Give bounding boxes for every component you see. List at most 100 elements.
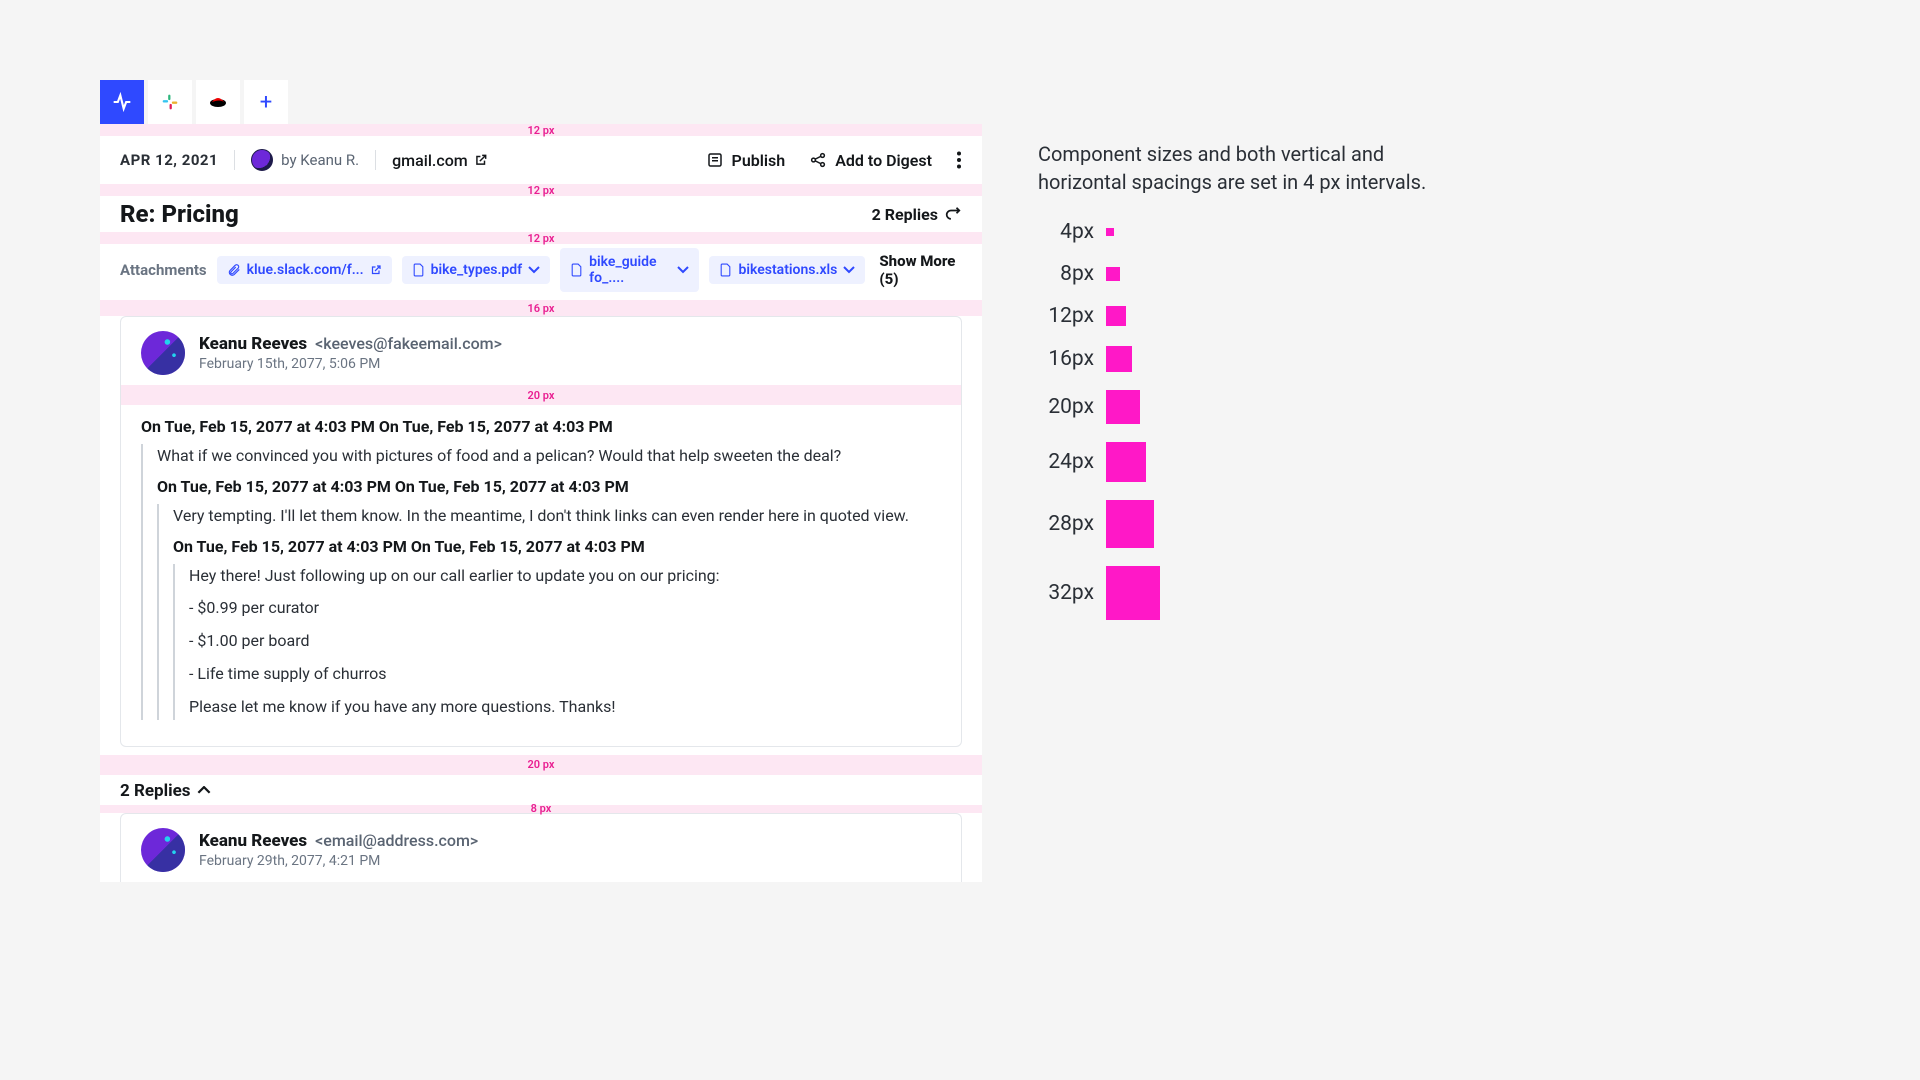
- scale-label: 24px: [1038, 450, 1094, 474]
- file-icon: [570, 263, 583, 277]
- quote-timestamp: On Tue, Feb 15, 2077 at 4:03 PM On Tue, …: [141, 417, 941, 436]
- spacing-annotation: 20 px: [100, 755, 982, 775]
- scale-label: 8px: [1038, 262, 1094, 286]
- message-body: On Tue, Feb 15, 2077 at 4:03 PM On Tue, …: [121, 405, 961, 746]
- scale-label: 4px: [1038, 220, 1094, 244]
- scale-label: 32px: [1038, 581, 1094, 605]
- spacing-annotation: 8 px: [100, 805, 982, 813]
- scale-row: 24px: [1038, 442, 1458, 482]
- external-link-icon: [370, 264, 382, 276]
- replies-toggle[interactable]: 2 Replies: [100, 775, 982, 801]
- body-text: Please let me know if you have any more …: [189, 695, 941, 720]
- message-card: Keanu Reeves <keeves@fakeemail.com> Febr…: [120, 316, 962, 747]
- attachments-row: Attachments klue.slack.com/f... bike_typ…: [100, 244, 982, 300]
- spacing-annotation: 12 px: [100, 232, 982, 244]
- scale-row: 20px: [1038, 390, 1458, 424]
- chip-label: bikestations.xls: [738, 262, 837, 278]
- scale-label: 12px: [1038, 304, 1094, 328]
- author-avatar: [251, 149, 273, 171]
- sender-avatar: [141, 828, 185, 872]
- sender-avatar: [141, 331, 185, 375]
- newspaper-icon: [706, 151, 724, 169]
- message-card: Keanu Reeves <email@address.com> Februar…: [120, 813, 962, 882]
- message-header: Keanu Reeves <email@address.com> Februar…: [121, 814, 961, 882]
- attachment-chip[interactable]: klue.slack.com/f...: [217, 256, 392, 284]
- scale-swatch: [1106, 390, 1140, 424]
- sender-email: <email@address.com>: [315, 831, 478, 850]
- activity-icon: [112, 92, 132, 112]
- message-header: Keanu Reeves <keeves@fakeemail.com> Febr…: [121, 317, 961, 385]
- attachment-chip[interactable]: bikestations.xls: [709, 256, 865, 284]
- thread-card: 12 px APR 12, 2021 by Keanu R. gmail.com…: [100, 124, 982, 882]
- body-text: - Life time supply of churros: [189, 662, 941, 687]
- reply-arrow-icon: [944, 207, 962, 221]
- spacing-annotation: 16 px: [100, 300, 982, 316]
- scale-swatch: [1106, 442, 1146, 482]
- spacing-scale-legend: Component sizes and both vertical and ho…: [1038, 140, 1458, 638]
- source-label: gmail.com: [392, 151, 468, 170]
- scale-swatch: [1106, 267, 1120, 281]
- app-tab-redhat[interactable]: [196, 80, 240, 124]
- quote-block: Hey there! Just following up on our call…: [173, 564, 941, 720]
- scale-row: 8px: [1038, 262, 1458, 286]
- digest-label: Add to Digest: [835, 151, 932, 170]
- add-to-digest-button[interactable]: Add to Digest: [809, 151, 932, 170]
- legend-description: Component sizes and both vertical and ho…: [1038, 140, 1458, 196]
- replies-jump-link[interactable]: 2 Replies: [872, 205, 962, 224]
- chip-label: klue.slack.com/f...: [247, 262, 364, 278]
- sender-name: Keanu Reeves: [199, 334, 307, 354]
- slack-icon: [159, 91, 181, 113]
- chevron-down-icon: [843, 266, 855, 274]
- chip-label: bike_types.pdf: [431, 262, 523, 278]
- body-text: Very tempting. I'll let them know. In th…: [173, 504, 941, 529]
- attachment-chip[interactable]: bike_types.pdf: [402, 256, 551, 284]
- body-text: - $0.99 per curator: [189, 596, 941, 621]
- body-text: - $1.00 per board: [189, 629, 941, 654]
- spacing-annotation: 20 px: [121, 385, 961, 405]
- source-link[interactable]: gmail.com: [392, 151, 488, 170]
- thread-header: APR 12, 2021 by Keanu R. gmail.com Publi…: [100, 136, 982, 184]
- app-tab-add[interactable]: +: [244, 80, 288, 124]
- divider: [234, 150, 235, 170]
- author-byline: by Keanu R.: [281, 151, 359, 169]
- message-timestamp: February 29th, 2077, 4:21 PM: [199, 853, 478, 869]
- subject-row: Re: Pricing 2 Replies: [100, 196, 982, 232]
- scale-swatch: [1106, 228, 1114, 236]
- publish-label: Publish: [732, 151, 786, 170]
- file-icon: [412, 263, 425, 277]
- external-link-icon: [474, 153, 488, 167]
- header-actions: Publish Add to Digest: [706, 151, 962, 170]
- thread-subject: Re: Pricing: [120, 200, 239, 228]
- app-tab-activity[interactable]: [100, 80, 144, 124]
- replies-count: 2 Replies: [872, 205, 938, 224]
- quote-block: Very tempting. I'll let them know. In th…: [157, 504, 941, 720]
- sender-email: <keeves@fakeemail.com>: [315, 334, 502, 353]
- scale-row: 28px: [1038, 500, 1458, 548]
- publish-button[interactable]: Publish: [706, 151, 786, 170]
- chevron-down-icon: [677, 266, 689, 274]
- attachment-chip[interactable]: bike_guide fo_....: [560, 248, 699, 292]
- sender-name: Keanu Reeves: [199, 831, 307, 851]
- app-tab-strip: +: [100, 80, 982, 124]
- share-icon: [809, 151, 827, 169]
- spacing-annotation: 12 px: [100, 124, 982, 136]
- thread-date: APR 12, 2021: [120, 151, 218, 169]
- scale-row: 16px: [1038, 346, 1458, 372]
- app-tab-slack[interactable]: [148, 80, 192, 124]
- divider: [375, 150, 376, 170]
- scale-row: 4px: [1038, 220, 1458, 244]
- paperclip-icon: [227, 263, 241, 277]
- scale-swatch: [1106, 500, 1154, 548]
- scale-label: 28px: [1038, 512, 1094, 536]
- file-icon: [719, 263, 732, 277]
- message-timestamp: February 15th, 2077, 5:06 PM: [199, 356, 502, 372]
- email-thread-panel: + 12 px APR 12, 2021 by Keanu R. gmail.c…: [100, 80, 982, 882]
- quote-block: What if we convinced you with pictures o…: [141, 444, 941, 720]
- chip-label: bike_guide fo_....: [589, 254, 671, 286]
- quote-timestamp: On Tue, Feb 15, 2077 at 4:03 PM On Tue, …: [173, 537, 941, 556]
- show-more-attachments[interactable]: Show More (5): [879, 252, 962, 288]
- scale-label: 20px: [1038, 395, 1094, 419]
- attachments-label: Attachments: [120, 261, 207, 279]
- scale-row: 32px: [1038, 566, 1458, 620]
- more-menu-button[interactable]: [956, 151, 962, 169]
